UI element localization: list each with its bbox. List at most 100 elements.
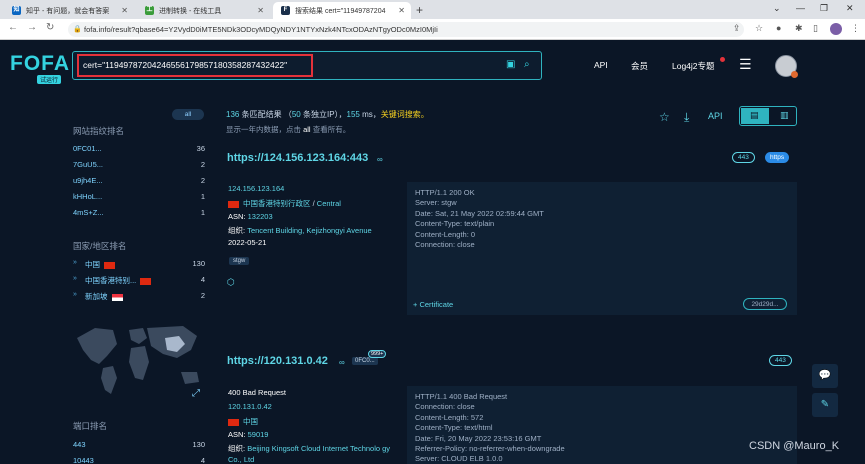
sidebar-icon[interactable]: ▯ <box>813 23 818 34</box>
extension-icon[interactable]: ● <box>776 23 781 33</box>
response-headers: HTTP/1.1 400 Bad Request Connection: clo… <box>415 392 565 464</box>
certificate-toggle[interactable]: + Certificate <box>413 300 453 309</box>
protocol-badge[interactable]: https <box>765 152 790 163</box>
server-tag[interactable]: stgw <box>229 257 250 265</box>
filter-sidebar: all 网站指纹排名 0FC01... 36 7GuU5... 2 u9jh4E..… <box>0 92 212 464</box>
result-summary: 136 条匹配结果 （50 条独立IP），155 ms，关键词搜索。 <box>226 110 429 119</box>
response-panel: HTTP/1.1 400 Bad Request Connection: clo… <box>407 386 797 464</box>
forward-icon[interactable]: → <box>27 22 37 33</box>
fingerprint-item[interactable]: u9jh4E... 2 <box>73 176 205 188</box>
fofa-logo[interactable]: FOFA <box>10 52 70 76</box>
flag-cn-icon <box>104 261 115 269</box>
link-icon[interactable]: ∞ <box>339 358 345 367</box>
star-icon[interactable]: ☆ <box>659 110 670 124</box>
certificate-bar[interactable]: + Certificate 29d29d... <box>407 298 797 312</box>
close-icon[interactable]: ✕ <box>398 6 405 15</box>
profile-avatar[interactable] <box>830 23 842 35</box>
result-ip[interactable]: 120.131.0.42 <box>228 402 272 411</box>
tab-title: 进制转换 - 在线工具 <box>159 7 222 15</box>
expand-icon[interactable]: ⤢ <box>192 388 200 399</box>
country-item[interactable]: » 中国香港特别... 4 <box>73 275 205 287</box>
chevron-right-icon: » <box>73 259 77 266</box>
new-tab-icon[interactable]: + <box>416 3 423 17</box>
nav-api[interactable]: API <box>594 60 608 70</box>
star-icon[interactable]: ☆ <box>755 23 763 34</box>
country-item[interactable]: » 新加坡 2 <box>73 291 205 303</box>
reload-icon[interactable]: ↻ <box>46 22 54 33</box>
trial-badge: 试运行 <box>37 75 62 84</box>
result-title: 400 Bad Request <box>228 388 286 397</box>
tab-fofa-search[interactable]: F 搜索结果 cert="11949787204 ✕ <box>273 2 411 19</box>
close-icon[interactable]: ✕ <box>121 6 128 15</box>
restore-icon[interactable]: ❐ <box>820 3 828 14</box>
tool-icon: 工 <box>145 6 154 15</box>
chevron-down-icon[interactable]: ⌄ <box>773 3 781 14</box>
chevron-right-icon: » <box>73 275 77 282</box>
url-input[interactable]: 🔒 fofa.info/result?qbase64=Y2VydD0iMTE5N… <box>68 22 744 37</box>
search-icon[interactable]: ⌕ <box>524 59 530 70</box>
port-item[interactable]: 443 130 <box>73 440 205 452</box>
flag-cn-icon <box>228 418 239 426</box>
chevron-right-icon: » <box>73 291 77 298</box>
chat-icon[interactable]: 💬 <box>812 364 838 388</box>
more-icon[interactable]: ⋮ <box>851 23 860 34</box>
fingerprint-badge[interactable]: 0FC0... <box>352 357 378 365</box>
cert-hash-badge[interactable]: 29d29d... <box>743 298 787 310</box>
response-panel: HTTP/1.1 200 OK Server: stgw Date: Sat, … <box>407 182 797 315</box>
close-icon[interactable]: ✕ <box>257 6 264 15</box>
link-icon[interactable]: ∞ <box>377 155 383 164</box>
download-icon[interactable]: ⤓ <box>684 110 689 125</box>
fingerprint-item[interactable]: 7GuU5... 2 <box>73 160 205 172</box>
minimize-icon[interactable]: — <box>796 3 805 13</box>
lock-icon: 🔒 <box>73 26 82 33</box>
flag-hk-icon <box>140 277 152 285</box>
edit-icon[interactable]: ✎ <box>812 393 838 417</box>
back-icon[interactable]: ← <box>8 22 18 33</box>
tab-converter[interactable]: 工 进制转换 - 在线工具 ✕ <box>137 2 270 19</box>
api-link[interactable]: API <box>708 111 723 121</box>
tab-title: 搜索结果 cert="11949787204 <box>295 7 386 15</box>
fofa-icon: F <box>281 6 290 15</box>
country-rank-title: 国家/地区排名 <box>73 241 127 251</box>
image-search-icon[interactable]: ▣ <box>506 59 515 70</box>
share-icon[interactable]: ⇪ <box>733 23 741 34</box>
tab-zhihu[interactable]: 知 知乎 - 有问题，就会有答案 ✕ <box>4 2 134 19</box>
nav-member[interactable]: 会员 <box>631 60 648 72</box>
port-badge[interactable]: 443 <box>732 152 755 163</box>
all-link[interactable]: all <box>303 125 311 134</box>
fingerprint-count: 999+ <box>368 350 387 358</box>
fingerprint-item[interactable]: 4mS+Z... 1 <box>73 208 205 220</box>
country-item[interactable]: » 中国 130 <box>73 259 205 271</box>
user-avatar[interactable] <box>775 55 798 78</box>
result-asn: ASN: 132203 <box>228 212 273 221</box>
result-org: 组织: Beijing Kingsoft Cloud Internet Tech… <box>228 444 391 464</box>
fingerprint-item[interactable]: kHHoL... 1 <box>73 192 205 204</box>
browser-tab-bar: 知 知乎 - 有问题，就会有答案 ✕ 工 进制转换 - 在线工具 ✕ F 搜索结… <box>0 0 865 19</box>
close-window-icon[interactable]: ✕ <box>846 3 854 14</box>
watermark: CSDN @Mauro_K <box>749 440 840 452</box>
view-toggle[interactable]: ▤ ▥ <box>739 106 797 126</box>
cube-icon[interactable]: ⬡ <box>227 277 235 288</box>
result-url[interactable]: https://120.131.0.42 <box>227 355 328 367</box>
response-headers: HTTP/1.1 200 OK Server: stgw Date: Sat, … <box>415 188 544 250</box>
result-location[interactable]: 中国香港特别行政区 / Central <box>228 198 341 209</box>
search-box[interactable]: cert="1194978720424655617985718035828743… <box>72 51 542 80</box>
search-input[interactable]: cert="1194978720424655617985718035828743… <box>83 60 287 70</box>
puzzle-icon[interactable]: ✱ <box>795 23 803 34</box>
result-org: 组织: Tencent Building, Kejizhongyi Avenue <box>228 226 372 235</box>
website-rank-title: 网站指纹排名 <box>73 126 125 136</box>
fingerprint-item[interactable]: 0FC01... 36 <box>73 144 205 156</box>
port-item[interactable]: 10443 4 <box>73 456 205 464</box>
result-ip[interactable]: 124.156.123.164 <box>228 184 284 193</box>
flag-sg-icon <box>111 293 123 301</box>
address-bar: ← → ↻ 🔒 fofa.info/result?qbase64=Y2VydD0… <box>0 19 865 40</box>
flag-hk-icon <box>228 200 239 208</box>
all-button[interactable]: all <box>172 109 204 120</box>
nav-log4j[interactable]: Log4j2专题 <box>672 60 715 72</box>
result-url[interactable]: https://124.156.123.164:443 <box>227 152 368 164</box>
chart-icon[interactable]: ▥ <box>780 110 789 121</box>
menu-icon[interactable]: ☰ <box>739 56 752 73</box>
result-location[interactable]: 中国 <box>228 416 258 427</box>
port-badge[interactable]: 443 <box>769 355 792 366</box>
result-date: 2022-05-21 <box>228 238 267 247</box>
